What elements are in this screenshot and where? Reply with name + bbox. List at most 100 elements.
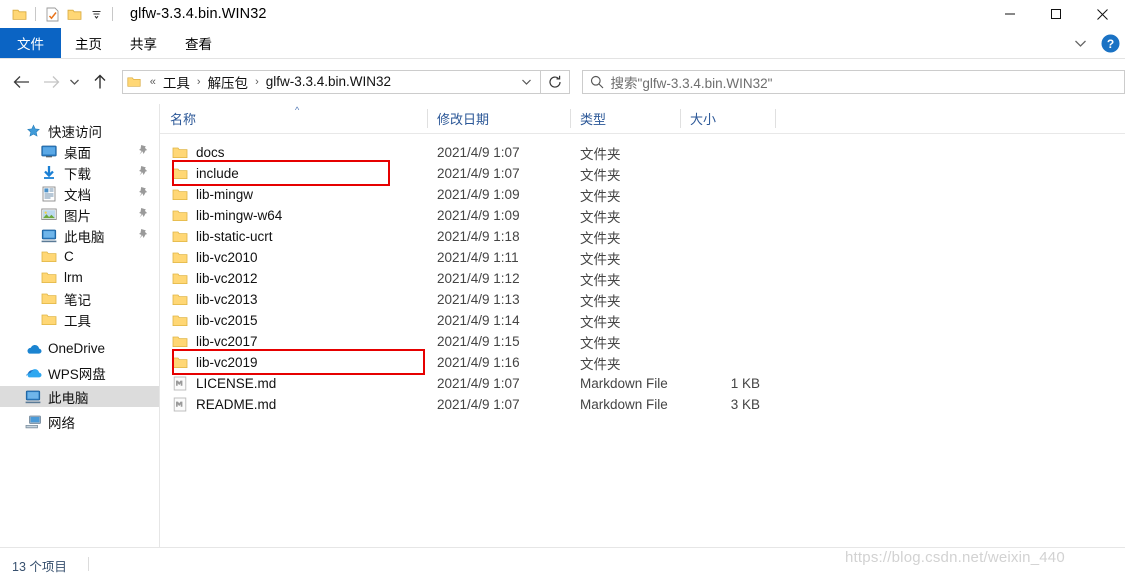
up-arrow-icon[interactable] xyxy=(88,67,112,97)
help-icon[interactable]: ? xyxy=(1099,32,1121,54)
cell-name[interactable]: include xyxy=(170,163,239,184)
address-overflow[interactable]: « xyxy=(145,76,161,88)
sidebar-item-文档[interactable]: 文档 xyxy=(0,183,159,204)
cell-type: 文件夹 xyxy=(580,293,621,309)
table-row[interactable]: lib-vc2015 2021/4/9 1:14 文件夹 xyxy=(160,310,1125,331)
cell-name[interactable]: lib-vc2013 xyxy=(170,289,258,310)
sidebar-item-wps网盘[interactable]: WPS网盘 xyxy=(0,362,159,383)
qat-dropdown-icon[interactable] xyxy=(85,3,107,25)
cell-size xyxy=(650,184,770,205)
markdown-file-icon xyxy=(170,397,189,413)
sidebar-item-下载[interactable]: 下载 xyxy=(0,162,159,183)
cell-name[interactable]: README.md xyxy=(170,394,276,415)
sidebar-item-onedrive[interactable]: OneDrive xyxy=(0,338,159,359)
sidebar-item-桌面[interactable]: 桌面 xyxy=(0,141,159,162)
sidebar-item-此电脑[interactable]: 此电脑 xyxy=(0,225,159,246)
downloads-icon xyxy=(40,165,58,181)
title-bar: glfw-3.3.4.bin.WIN32 xyxy=(0,0,1125,28)
maximize-icon[interactable] xyxy=(1033,0,1079,28)
cell-date: 2021/4/9 1:12 xyxy=(437,271,520,286)
refresh-icon[interactable] xyxy=(539,69,570,94)
cell-name[interactable]: lib-vc2015 xyxy=(170,310,258,331)
file-name-label: docs xyxy=(196,145,225,160)
sidebar-item-快速访问[interactable]: 快速访问 xyxy=(0,120,159,141)
table-row[interactable]: lib-static-ucrt 2021/4/9 1:18 文件夹 xyxy=(160,226,1125,247)
cell-date: 2021/4/9 1:07 xyxy=(437,397,520,412)
back-arrow-icon[interactable] xyxy=(10,67,34,97)
file-list-pane[interactable]: ^ 名称 修改日期 类型 大小 docs 2021/4/9 1:07 文件夹 incl… xyxy=(160,104,1125,547)
cell-name[interactable]: LICENSE.md xyxy=(170,373,276,394)
sidebar-item-图片[interactable]: 图片 xyxy=(0,204,159,225)
folder-icon xyxy=(170,313,189,329)
table-row[interactable]: docs 2021/4/9 1:07 文件夹 xyxy=(160,142,1125,163)
tab-home[interactable]: 主页 xyxy=(61,28,116,58)
recent-locations-icon[interactable] xyxy=(66,67,84,97)
chevron-down-icon[interactable] xyxy=(1067,30,1093,56)
pin-icon[interactable] xyxy=(138,228,149,243)
search-input[interactable]: 搜索"glfw-3.3.4.bin.WIN32" xyxy=(581,69,1125,94)
table-row[interactable]: lib-mingw 2021/4/9 1:09 文件夹 xyxy=(160,184,1125,205)
table-row[interactable]: lib-vc2010 2021/4/9 1:11 文件夹 xyxy=(160,247,1125,268)
minimize-icon[interactable] xyxy=(987,0,1033,28)
cell-name[interactable]: lib-vc2010 xyxy=(170,247,258,268)
svg-text:?: ? xyxy=(1106,37,1113,51)
pin-icon[interactable] xyxy=(138,207,149,222)
table-row[interactable]: lib-vc2012 2021/4/9 1:12 文件夹 xyxy=(160,268,1125,289)
folder-icon xyxy=(170,355,189,371)
sidebar-item-c[interactable]: C xyxy=(0,246,159,267)
sidebar-item-工具[interactable]: 工具 xyxy=(0,309,159,330)
table-row[interactable]: LICENSE.md 2021/4/9 1:07 Markdown File 1 KB xyxy=(160,373,1125,394)
sidebar-item-lrm[interactable]: lrm xyxy=(0,267,159,288)
sidebar-item-笔记[interactable]: 笔记 xyxy=(0,288,159,309)
sidebar-item-此电脑[interactable]: 此电脑 xyxy=(0,386,159,407)
table-row[interactable]: lib-vc2019 2021/4/9 1:16 文件夹 xyxy=(160,352,1125,373)
sidebar-item-label: 下载 xyxy=(64,166,91,182)
tab-view[interactable]: 查看 xyxy=(171,28,226,58)
cell-name[interactable]: lib-vc2019 xyxy=(170,352,258,373)
sidebar-item-label: OneDrive xyxy=(48,341,106,356)
folder-icon xyxy=(40,291,58,307)
navigation-pane[interactable]: 快速访问 桌面 下载 文档 图片 此电脑 Clrm 笔记 工具 OneDrive WPS网盘 此电脑网… xyxy=(0,104,159,547)
cell-date: 2021/4/9 1:09 xyxy=(437,187,520,202)
pin-icon[interactable] xyxy=(138,144,149,159)
file-name-label: lib-vc2019 xyxy=(196,355,258,370)
forward-arrow-icon[interactable] xyxy=(40,67,64,97)
ribbon-right-controls: ? xyxy=(1067,28,1121,58)
cell-type: 文件夹 xyxy=(580,146,621,162)
tab-share[interactable]: 共享 xyxy=(116,28,171,58)
breadcrumb-sep-2[interactable]: › xyxy=(250,76,264,88)
cell-type: 文件夹 xyxy=(580,209,621,225)
breadcrumb-sep-1[interactable]: › xyxy=(192,76,206,88)
table-row[interactable]: lib-mingw-w64 2021/4/9 1:09 文件夹 xyxy=(160,205,1125,226)
column-divider-4[interactable] xyxy=(775,109,776,128)
address-bar[interactable]: « 工具 › 解压包 › glfw-3.3.4.bin.WIN32 xyxy=(121,69,541,94)
properties-icon[interactable] xyxy=(41,3,63,25)
table-row[interactable]: include 2021/4/9 1:07 文件夹 xyxy=(160,163,1125,184)
breadcrumb-current[interactable]: glfw-3.3.4.bin.WIN32 xyxy=(264,74,393,89)
cell-name[interactable]: lib-static-ucrt xyxy=(170,226,273,247)
cell-name[interactable]: lib-vc2012 xyxy=(170,268,258,289)
column-header-date[interactable]: 修改日期 xyxy=(427,104,570,133)
breadcrumb-tools[interactable]: 工具 xyxy=(161,72,192,92)
sidebar-item-label: 此电脑 xyxy=(64,229,105,245)
table-row[interactable]: lib-vc2013 2021/4/9 1:13 文件夹 xyxy=(160,289,1125,310)
table-row[interactable]: README.md 2021/4/9 1:07 Markdown File 3 KB xyxy=(160,394,1125,415)
column-header-size[interactable]: 大小 xyxy=(680,104,775,133)
table-row[interactable]: lib-vc2017 2021/4/9 1:15 文件夹 xyxy=(160,331,1125,352)
folder-icon[interactable] xyxy=(8,3,30,25)
pin-icon[interactable] xyxy=(138,165,149,180)
new-folder-icon[interactable] xyxy=(63,3,85,25)
cell-name[interactable]: docs xyxy=(170,142,225,163)
cell-name[interactable]: lib-mingw-w64 xyxy=(170,205,282,226)
cell-size xyxy=(650,163,770,184)
pin-icon[interactable] xyxy=(138,186,149,201)
tab-file[interactable]: 文件 xyxy=(0,28,61,58)
cell-name[interactable]: lib-mingw xyxy=(170,184,253,205)
column-header-name[interactable]: 名称 xyxy=(160,104,427,133)
column-header-type[interactable]: 类型 xyxy=(570,104,680,133)
close-icon[interactable] xyxy=(1079,0,1125,28)
sidebar-item-网络[interactable]: 网络 xyxy=(0,411,159,432)
address-dropdown-icon[interactable] xyxy=(514,78,540,86)
breadcrumb-archive[interactable]: 解压包 xyxy=(206,72,251,92)
cell-name[interactable]: lib-vc2017 xyxy=(170,331,258,352)
